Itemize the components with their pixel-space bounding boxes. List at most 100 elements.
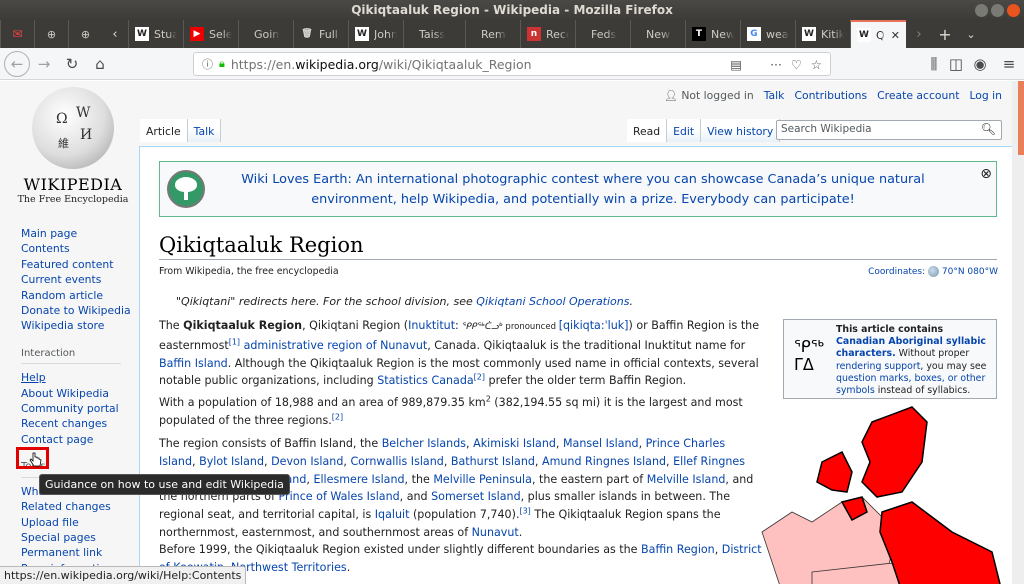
browser-tab[interactable]: n Reco	[520, 20, 575, 48]
link-melville-island[interactable]: Melville Island	[647, 473, 726, 486]
list-all-tabs-button[interactable]: ⌄	[958, 28, 984, 41]
hatnote-link[interactable]: Qikiqtani School Operations	[476, 295, 629, 308]
reader-view-icon[interactable]: ▤	[730, 57, 742, 72]
link-northwest-territories[interactable]: Northwest Territories	[231, 561, 347, 574]
link-bylot-island[interactable]: Bylot Island	[199, 455, 264, 468]
link-prince-of-wales-island[interactable]: Prince of Wales Island	[279, 490, 400, 503]
tab-talk[interactable]: Talk	[187, 119, 222, 142]
link-belcher-islands[interactable]: Belcher Islands	[382, 437, 466, 450]
sidebar-link-main-page[interactable]: Main page	[21, 226, 136, 241]
tab-article[interactable]: Article	[140, 119, 188, 142]
forward-button[interactable]: →	[30, 50, 58, 78]
rendering-support-link[interactable]: rendering support	[836, 361, 920, 372]
coordinates-link[interactable]: 70°N 080°W	[942, 267, 998, 277]
browser-tab[interactable]: Gweat	[740, 20, 795, 48]
link-amund-ringnes-island[interactable]: Amund Ringnes Island	[542, 455, 666, 468]
contributions-link[interactable]: Contributions	[794, 89, 867, 102]
link-baffin-island[interactable]: Baffin Island	[159, 357, 228, 370]
browser-tab[interactable]: Taissum	[403, 20, 465, 48]
sidebar-link-related-changes[interactable]: Related changes	[21, 499, 136, 514]
sidebar-link-special-pages[interactable]: Special pages	[21, 530, 136, 545]
link-melville-peninsula[interactable]: Melville Peninsula	[433, 473, 532, 486]
sidebar-link-community-portal[interactable]: Community portal	[21, 401, 136, 416]
link-cornwallis-island[interactable]: Cornwallis Island	[350, 455, 443, 468]
sidebar-link-recent-changes[interactable]: Recent changes	[21, 416, 136, 431]
close-window-button[interactable]	[1007, 4, 1020, 17]
wiki-loves-earth-banner[interactable]: Wiki Loves Earth: An international photo…	[159, 161, 997, 217]
browser-tab[interactable]: Feds re	[575, 20, 630, 48]
link-baffin-region[interactable]: Baffin Region	[641, 543, 715, 556]
sidebar-link-permanent-link[interactable]: Permanent link	[21, 545, 136, 560]
browser-tab[interactable]: Going	[238, 20, 293, 48]
search-icon[interactable]: 🔍︎	[981, 122, 996, 136]
new-tab-button[interactable]: +	[932, 25, 958, 44]
scroll-tabs-left-button[interactable]: ‹	[102, 27, 128, 42]
home-button[interactable]: ⌂	[86, 50, 114, 78]
close-tab-icon[interactable]: ✕	[891, 29, 900, 42]
url-bar[interactable]: ⓘ 🔒︎ https://en.wikipedia.org/wiki/Qikiq…	[193, 52, 831, 76]
sidebar-link-about-wikipedia[interactable]: About Wikipedia	[21, 386, 136, 401]
cite-3[interactable]: [3]	[519, 507, 530, 516]
link-pronunciation[interactable]: [qikiqta:ˈluk]	[559, 319, 629, 332]
link-akimiski-island[interactable]: Akimiski Island	[473, 437, 556, 450]
search-input[interactable]: Search Wikipedia 🔍︎	[776, 120, 1002, 140]
sidebar-link-random-article[interactable]: Random article	[21, 288, 136, 303]
tab-read[interactable]: Read	[627, 119, 668, 142]
back-button[interactable]: ←	[4, 50, 30, 77]
browser-tab[interactable]: ▶ Selena	[183, 20, 238, 48]
sidebar-link-wikipedia-store[interactable]: Wikipedia store	[21, 318, 136, 333]
pinned-tab-globe-1[interactable]: ⊕	[34, 20, 68, 48]
talk-link[interactable]: Talk	[764, 89, 785, 102]
page-actions-icon[interactable]: ···	[770, 57, 782, 72]
account-icon[interactable]: ◉	[966, 50, 994, 78]
link-iqaluit[interactable]: Iqaluit	[375, 508, 410, 521]
browser-tab[interactable]: 🗑︎ Full t	[293, 20, 348, 48]
sidebar-link-donate-to-wikipedia[interactable]: Donate to Wikipedia	[21, 303, 136, 318]
sidebar-link-current-events[interactable]: Current events	[21, 272, 136, 287]
link-somerset-island[interactable]: Somerset Island	[431, 490, 521, 503]
link-devon-island[interactable]: Devon Island	[271, 455, 343, 468]
browser-tab[interactable]: Remem	[465, 20, 520, 48]
minimize-button[interactable]	[975, 4, 988, 17]
link-statistics-canada[interactable]: Statistics Canada	[377, 374, 473, 387]
globe-icon[interactable]	[928, 266, 939, 277]
cite-2[interactable]: [2]	[474, 373, 485, 382]
page-scrollbar[interactable]	[1012, 81, 1024, 584]
sidebar-link-contact-page[interactable]: Contact page	[21, 432, 136, 447]
close-banner-icon[interactable]: ⊗	[980, 164, 992, 184]
reload-button[interactable]: ↻	[58, 50, 86, 78]
link-nunavut[interactable]: Nunavut	[472, 526, 519, 539]
scrollbar-thumb[interactable]	[1018, 81, 1024, 155]
pocket-icon[interactable]: ♡	[791, 57, 802, 72]
browser-tab[interactable]: W Qi ✕	[850, 20, 906, 48]
link-inuktitut[interactable]: Inuktitut	[408, 319, 455, 332]
sidebar-link-featured-content[interactable]: Featured content	[21, 257, 136, 272]
region-map[interactable]	[752, 402, 1002, 584]
bookmark-star-icon[interactable]: ☆	[811, 57, 822, 72]
sidebar-link-help[interactable]: Help	[21, 370, 136, 385]
tab-view-history[interactable]: View history	[701, 119, 781, 142]
maximize-button[interactable]	[991, 4, 1004, 17]
cite-2b[interactable]: [2]	[332, 412, 343, 421]
login-link[interactable]: Log in	[969, 89, 1002, 102]
pinned-tab-globe-2[interactable]: ⊕	[68, 20, 102, 48]
url-text[interactable]: https://en.wikipedia.org/wiki/Qikiqtaalu…	[231, 57, 532, 72]
pinned-tab-gmail[interactable]: ✉	[0, 20, 34, 48]
browser-tab[interactable]: W John	[348, 20, 403, 48]
wikipedia-logo[interactable]: Ω W И 維 Wikipedia The Free Encyclopedia	[10, 87, 136, 209]
browser-tab[interactable]: T New	[685, 20, 740, 48]
site-info-icon[interactable]: ⓘ	[202, 56, 213, 72]
link-ellesmere-island[interactable]: Ellesmere Island	[313, 473, 404, 486]
link-admin-region[interactable]: administrative region of Nunavut	[244, 339, 428, 352]
browser-tab[interactable]: W Kitik	[795, 20, 850, 48]
tab-edit[interactable]: Edit	[667, 119, 702, 142]
scroll-tabs-right-button[interactable]: ›	[906, 27, 932, 42]
browser-tab[interactable]: New bo	[630, 20, 685, 48]
cite-1[interactable]: [1]	[229, 337, 240, 346]
create-account-link[interactable]: Create account	[877, 89, 959, 102]
browser-tab[interactable]: W Stuart	[128, 20, 183, 48]
link-mansel-island[interactable]: Mansel Island	[563, 437, 639, 450]
menu-icon[interactable]: ≡	[995, 50, 1023, 78]
sidebar-link-contents[interactable]: Contents	[21, 241, 136, 256]
sidebar-link-upload-file[interactable]: Upload file	[21, 515, 136, 530]
